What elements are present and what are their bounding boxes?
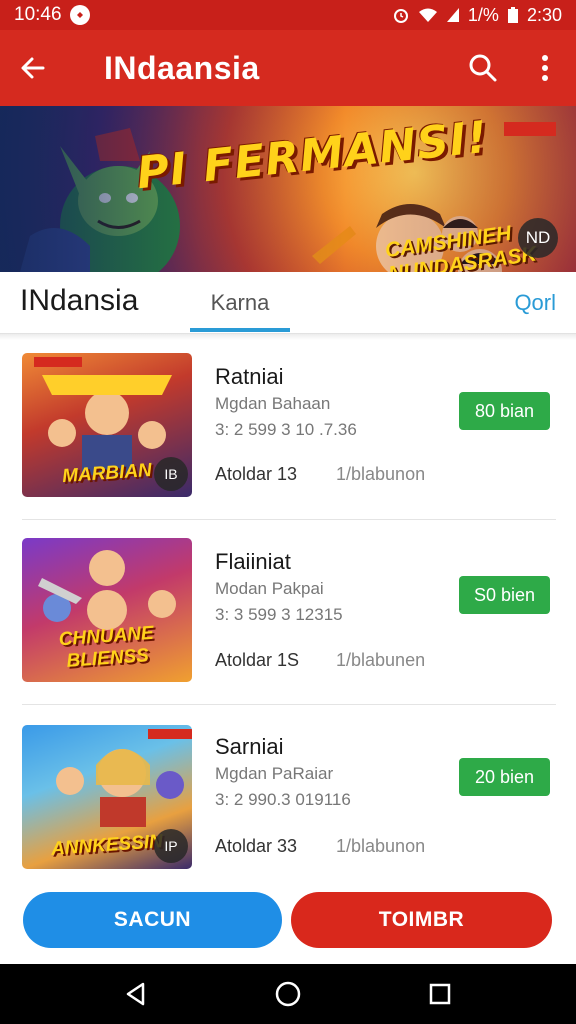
alarm-icon: [393, 9, 408, 23]
search-button[interactable]: [452, 30, 514, 106]
status-bar: 10:46 1/% 2:30: [0, 0, 576, 30]
primary-action-button[interactable]: SACUN: [23, 892, 282, 948]
item-details: 3: 2 599 3 10 .7.36: [215, 420, 357, 439]
item-name: Ratniai: [215, 364, 284, 389]
item-footer-left: Atoldar 13: [215, 464, 298, 484]
status-time: 10:46: [14, 4, 62, 25]
app-title: INdaansia: [104, 49, 260, 86]
tab-bar: INdansia Karna Qorl: [0, 272, 576, 334]
price-button[interactable]: 80 bian: [459, 392, 550, 430]
item-footer-left: Atoldar 1S: [215, 650, 300, 670]
item-name: Flaiiniat: [215, 549, 291, 574]
item-footer-left: Atoldar 33: [215, 836, 298, 856]
thumbnail-tag: [34, 357, 82, 367]
list-divider: [22, 704, 556, 705]
system-nav-bar: [0, 964, 576, 1024]
list-divider: [22, 519, 556, 520]
list-item[interactable]: CHNUANE BLIENSS Flaiiniat Modan Pakpai 3…: [0, 521, 576, 705]
status-clock: 2:30: [526, 4, 562, 25]
tab-main-title[interactable]: INdansia: [20, 284, 138, 318]
notification-icon: [69, 5, 90, 25]
item-thumbnail: MARBIAN IB: [22, 353, 192, 497]
tab-karna[interactable]: Karna: [190, 272, 290, 334]
price-button[interactable]: 20 bien: [459, 758, 550, 796]
nav-home-button[interactable]: [258, 964, 318, 1024]
wifi-icon: [418, 8, 437, 22]
nav-back-button[interactable]: [106, 964, 166, 1024]
search-icon: [469, 54, 497, 82]
tab-qorl[interactable]: Qorl: [514, 290, 556, 316]
arrow-left-icon: [21, 57, 45, 79]
item-publisher: Modan Pakpai: [215, 579, 324, 598]
item-name: Sarniai: [215, 734, 284, 759]
list-item[interactable]: MARBIAN IB Ratniai Mgdan Bahaan 3: 2 599…: [0, 336, 576, 520]
more-options-button[interactable]: [514, 30, 576, 106]
thumbnail-badge: IP: [154, 829, 188, 863]
nav-back-icon: [126, 982, 145, 1006]
secondary-action-button[interactable]: TOIMBR: [291, 892, 552, 948]
item-thumbnail: CHNUANE BLIENSS: [22, 538, 192, 682]
battery-percent: 1/%: [467, 4, 499, 25]
nav-recent-icon: [429, 983, 451, 1005]
app-bar: INdaansia: [0, 30, 576, 106]
price-button[interactable]: S0 bien: [459, 576, 550, 614]
banner-tag: [504, 122, 556, 136]
more-vertical-icon: [542, 55, 548, 81]
thumbnail-badge: IB: [154, 457, 188, 491]
item-publisher: Mgdan Bahaan: [215, 394, 331, 413]
tab-selected-indicator: [190, 328, 290, 332]
back-button[interactable]: [0, 30, 66, 106]
item-footer-right: 1/blabunon: [336, 464, 426, 484]
promo-banner[interactable]: PI FERMANSI! CAMSHINEH NUNDASRASK ND: [0, 106, 576, 272]
item-publisher: Mgdan PaRaiar: [215, 764, 334, 783]
battery-icon: [507, 7, 518, 23]
signal-icon: [446, 8, 459, 22]
item-details: 3: 2 990.3 019116: [215, 790, 351, 809]
item-details: 3: 3 599 3 12315: [215, 605, 343, 624]
list-item[interactable]: ANNKESSIN IP Sarniai Mgdan PaRaiar 3: 2 …: [0, 706, 576, 890]
thumbnail-tag: [148, 729, 192, 739]
item-thumbnail: ANNKESSIN IP: [22, 725, 192, 869]
banner-badge: ND: [518, 218, 558, 258]
item-footer-right: 1/blabunon: [336, 836, 426, 856]
nav-home-icon: [275, 981, 301, 1007]
item-footer-right: 1/blabunen: [336, 650, 426, 670]
nav-recent-button[interactable]: [410, 964, 470, 1024]
